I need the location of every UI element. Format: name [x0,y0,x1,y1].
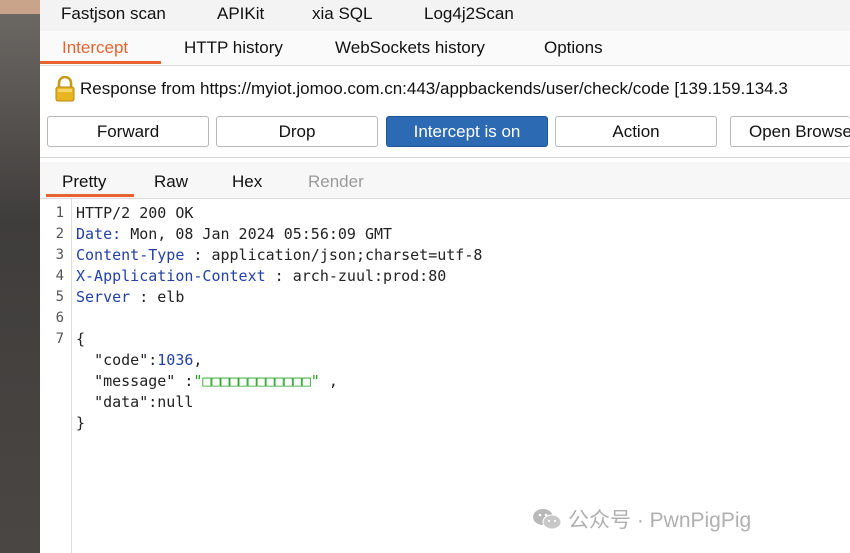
status-line: HTTP/2 200 OK [76,204,194,222]
desktop-edge [0,0,40,14]
json-number-value: 1036 [157,351,194,369]
wechat-icon [532,507,562,531]
json-null-value: null [157,393,194,411]
line-number: 3 [55,247,64,263]
drop-button[interactable]: Drop [216,116,378,147]
json-key: "data" [94,393,149,411]
forward-button[interactable]: Forward [47,116,209,147]
header-name: Server [76,288,131,306]
tab-log4j2scan[interactable]: Log4j2Scan [424,4,514,24]
tab-hex[interactable]: Hex [232,172,262,192]
response-editor[interactable]: 1 2 3 4 5 6 7 HTTP/2 200 OK Date: Mon, 0… [40,199,850,553]
proxy-sub-tab-bar: Intercept HTTP history WebSockets histor… [40,31,850,66]
response-url-text: Response from https://myiot.jomoo.com.cn… [80,79,788,98]
line-number: 2 [55,226,64,242]
header-name: X-Application-Context [76,267,266,285]
json-open-brace: { [76,330,86,348]
tab-apikit[interactable]: APIKit [217,4,264,24]
header-value: arch-zuul:prod:80 [292,267,447,285]
tab-raw[interactable]: Raw [154,172,188,192]
json-line-code: "code":1036, [94,351,203,369]
lock-icon [54,75,76,102]
tab-websockets-history[interactable]: WebSockets history [335,38,485,58]
line-number: 1 [55,205,64,221]
header-value: Mon, 08 Jan 2024 05:56:09 GMT [130,225,393,243]
message-view-tab-bar: Pretty Raw Hex Render [40,162,850,199]
header-name: Content-Type [76,246,185,264]
json-close-brace: } [76,414,86,432]
open-browser-button[interactable]: Open Browse [730,116,850,147]
extension-tab-bar: Fastjson scan APIKit xia SQL Log4j2Scan [40,0,850,32]
tab-pretty[interactable]: Pretty [62,172,106,192]
header-line-x-application-context: X-Application-Context : arch-zuul:prod:8… [76,267,447,285]
intercept-toggle-button[interactable]: Intercept is on [386,116,548,147]
burp-proxy-window: Fastjson scan APIKit xia SQL Log4j2Scan … [40,0,850,553]
header-value: application/json;charset=utf-8 [211,246,483,264]
header-line-date: Date: Mon, 08 Jan 2024 05:56:09 GMT [76,225,393,243]
json-key: "message" [94,372,176,390]
line-number-gutter: 1 2 3 4 5 6 7 [40,199,72,553]
header-name: Date [76,225,113,243]
divider [40,157,850,158]
tab-intercept[interactable]: Intercept [62,38,128,58]
background-desktop-strip [0,0,40,553]
line-number: 7 [55,331,64,347]
header-line-content-type: Content-Type : application/json;charset=… [76,246,483,264]
tab-http-history[interactable]: HTTP history [184,38,283,58]
header-value: elb [157,288,185,306]
tab-options[interactable]: Options [544,38,603,58]
json-line-data: "data":null [94,393,194,411]
tab-render: Render [308,172,364,191]
active-tab-indicator [40,61,161,64]
json-line-message: "message" :"□□□□□□□□□□□□" , [94,372,338,390]
watermark: 公众号 · PwnPigPig [532,506,751,532]
json-string-value: "□□□□□□□□□□□□" [193,372,320,390]
header-line-server: Server : elb [76,288,185,306]
action-button[interactable]: Action [555,116,717,147]
watermark-text: 公众号 · PwnPigPig [568,509,752,532]
json-key: "code" [94,351,149,369]
line-number: 5 [55,289,64,305]
response-info-bar: Response from https://myiot.jomoo.com.cn… [40,66,850,112]
tab-fastjson-scan[interactable]: Fastjson scan [61,4,166,24]
active-view-indicator [46,194,134,197]
line-number: 4 [55,268,64,284]
tab-xia-sql[interactable]: xia SQL [312,4,372,24]
line-number: 6 [55,310,64,326]
